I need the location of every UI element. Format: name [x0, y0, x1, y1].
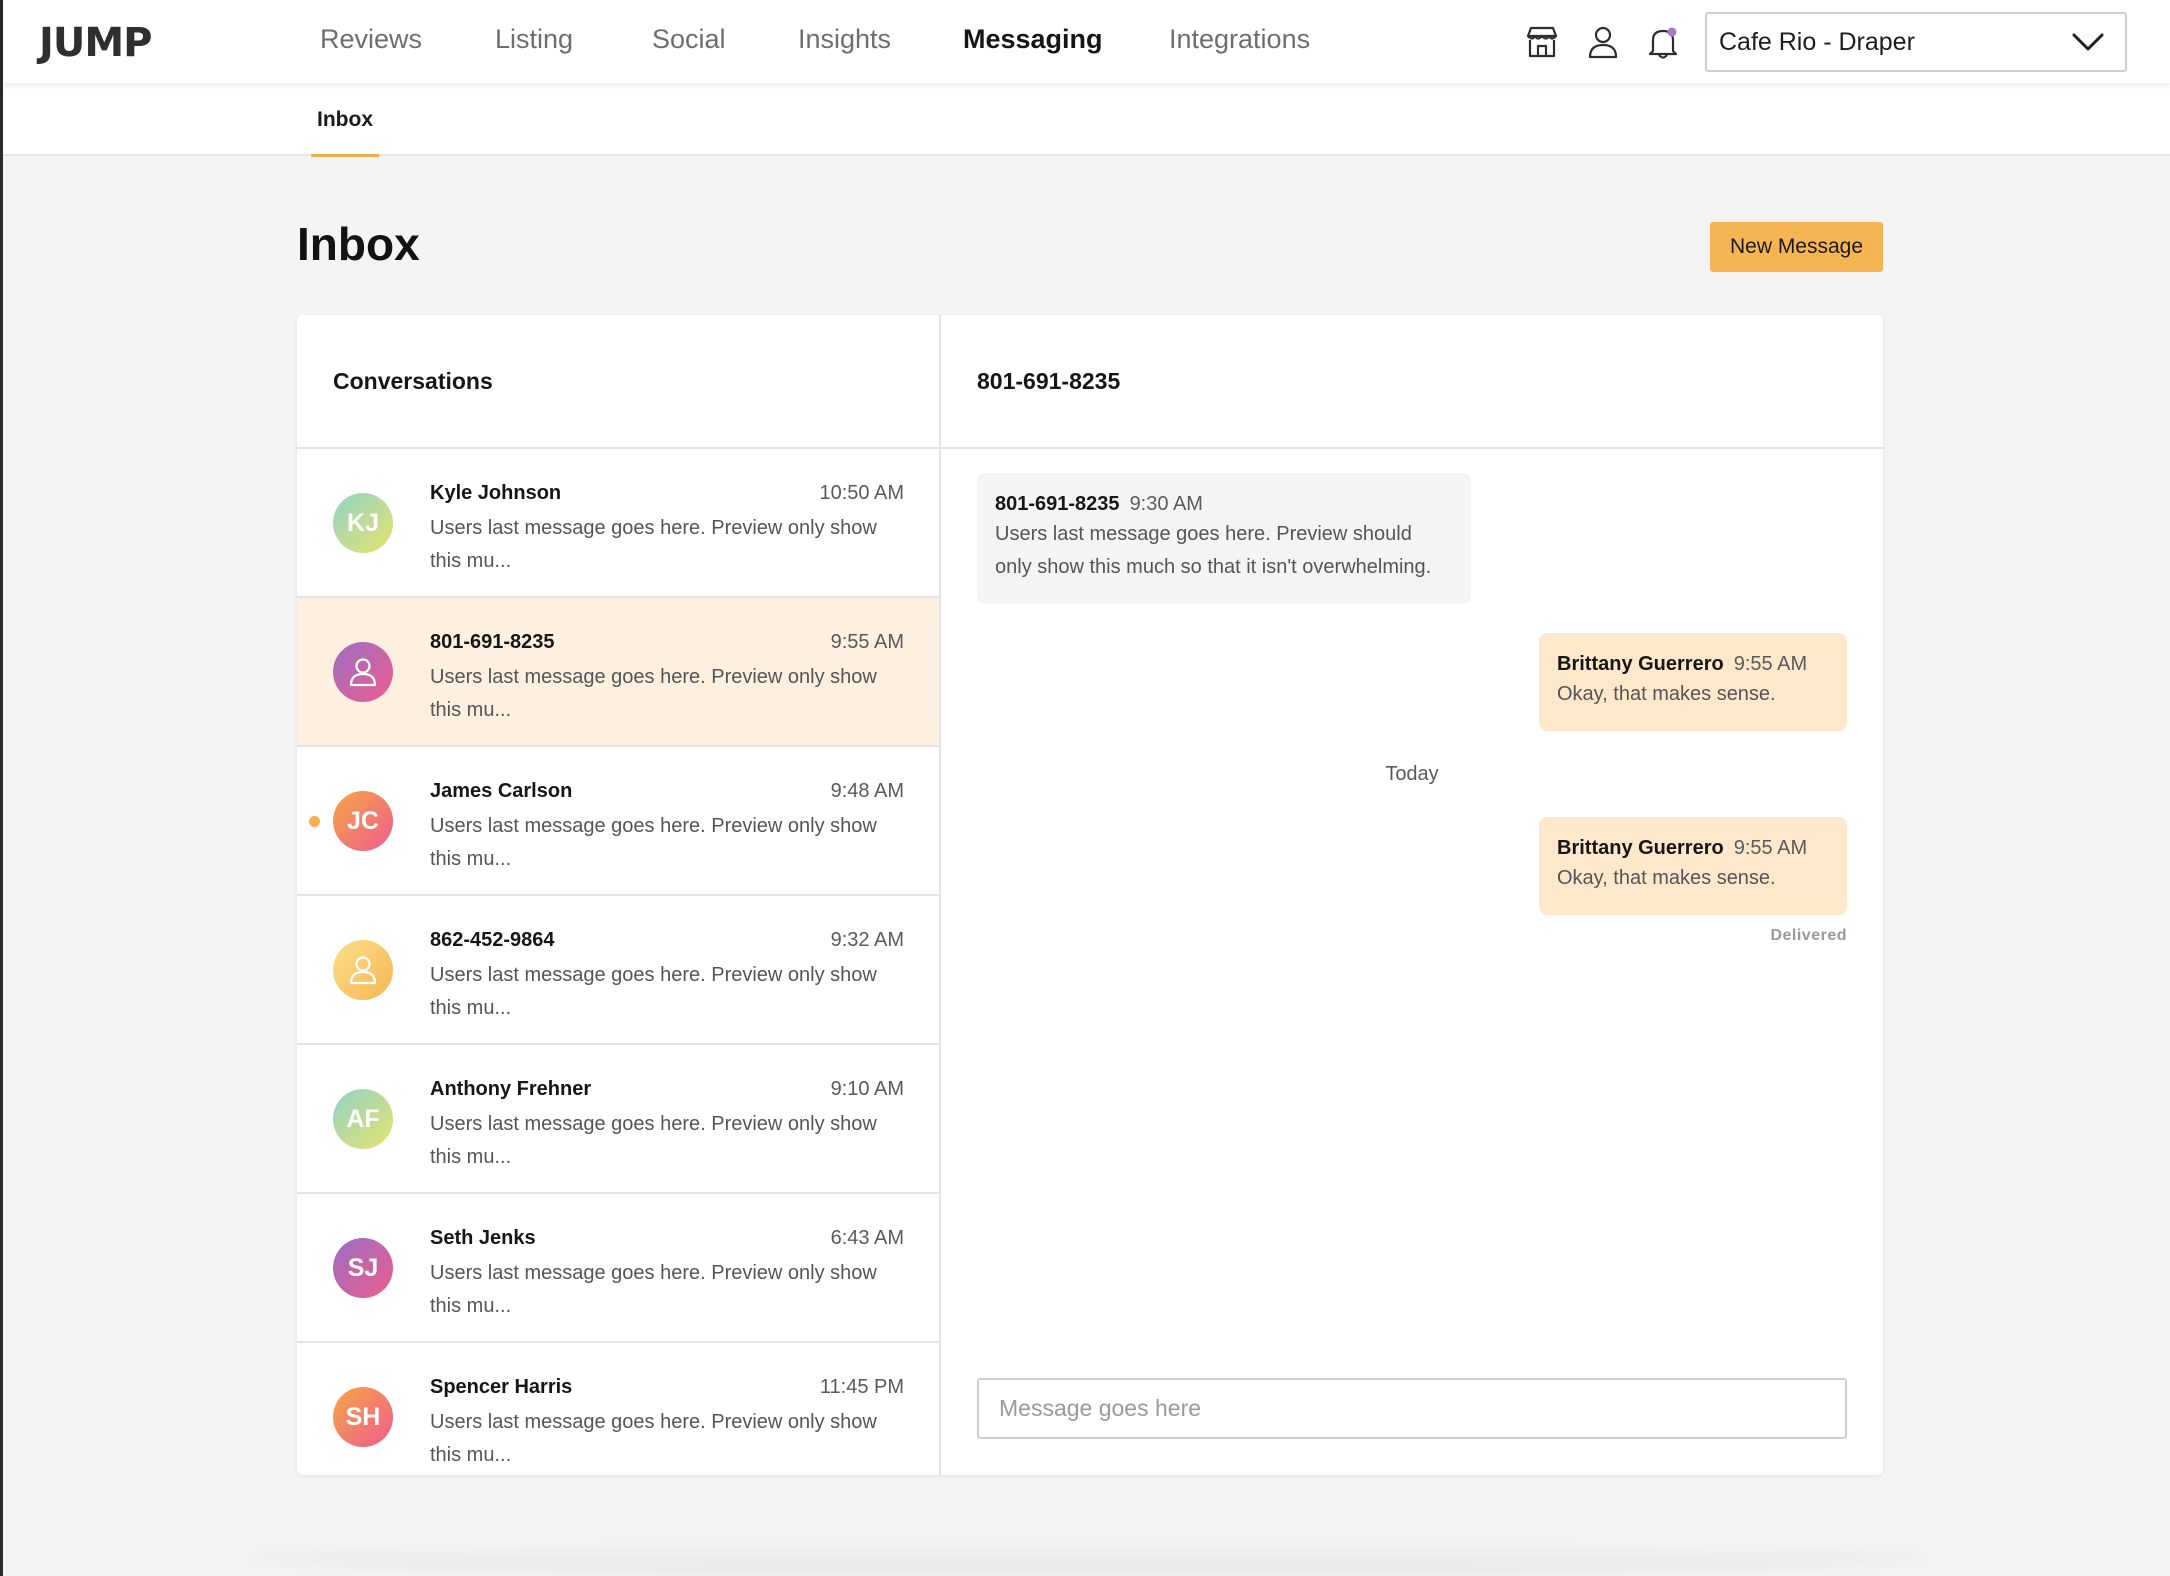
message-text: Users last message goes here. Preview sh…: [995, 523, 1432, 578]
avatar-initials: JC: [347, 806, 379, 835]
conversation-preview: Users last message goes here. Preview on…: [430, 1262, 877, 1317]
conversation-name: Kyle Johnson: [430, 482, 562, 504]
footer-shadow: [243, 1540, 1933, 1576]
message-time: 9:55 AM: [1733, 653, 1808, 675]
avatar-initials: SJ: [347, 1253, 379, 1282]
new-message-button[interactable]: New Message: [1710, 222, 1883, 272]
message-sender: Brittany Guerrero: [1557, 653, 1724, 675]
conversation-time: 9:55 AM: [830, 631, 904, 653]
nav-social[interactable]: Social: [652, 24, 726, 55]
conversation-preview: Users last message goes here. Preview on…: [430, 815, 877, 870]
message-bubble-outgoing: Brittany Guerrero 9:55 AM Okay, that make…: [1539, 817, 1847, 915]
conversation-item[interactable]: SH Spencer Harris 11:45 PM Users last messa…: [297, 1343, 939, 1475]
conversation-item[interactable]: JC James Carlson 9:48 AM Users last message…: [297, 747, 939, 896]
nav-insights[interactable]: Insights: [798, 24, 891, 55]
conversation-item[interactable]: KJ Kyle Johnson 10:50 AM Users last message…: [297, 449, 939, 598]
message-bubble-incoming: 801-691-8235 9:30 AM Users last message g…: [977, 473, 1471, 604]
location-select[interactable]: Cafe Rio - Draper: [1705, 12, 2127, 72]
avatar: JC: [333, 791, 393, 851]
delivery-status: Delivered: [1770, 927, 1847, 944]
conversation-time: 10:50 AM: [819, 482, 904, 504]
conversation-item[interactable]: SJ Seth Jenks 6:43 AM Users last message go…: [297, 1194, 939, 1343]
nav-listing[interactable]: Listing: [495, 24, 573, 55]
conversation-time: 9:32 AM: [830, 929, 904, 951]
message-bubble-outgoing: Brittany Guerrero 9:55 AM Okay, that make…: [1539, 633, 1847, 731]
conversation-time: 9:10 AM: [830, 1078, 904, 1100]
conversation-name: Anthony Frehner: [430, 1078, 592, 1100]
day-divider: Today: [1385, 763, 1439, 785]
avatar: SH: [333, 1387, 393, 1447]
conversation-time: 11:45 PM: [819, 1376, 904, 1398]
nav-reviews[interactable]: Reviews: [320, 24, 422, 55]
inbox-card: Conversations KJ Kyle Johnson 10:50 AM User…: [297, 315, 1883, 1475]
message-time: 9:55 AM: [1733, 837, 1808, 859]
bell-notification-icon[interactable]: [1643, 22, 1683, 62]
chat-header-title: 801-691-8235: [941, 315, 1883, 449]
conversation-name: 801-691-8235: [430, 631, 555, 653]
conversation-item[interactable]: 862-452-9864 9:32 AM Users last message go…: [297, 896, 939, 1045]
conversation-preview: Users last message goes here. Preview on…: [430, 1411, 877, 1466]
chevron-down-icon: [2072, 33, 2104, 51]
message-sender: 801-691-8235: [995, 493, 1120, 515]
chat-pane: 801-691-8235 801-691-8235 9:30 AM Users l…: [941, 315, 1883, 1475]
avatar: SJ: [333, 1238, 393, 1298]
conversation-name: James Carlson: [430, 780, 573, 802]
person-icon: [346, 655, 380, 689]
nav-integrations[interactable]: Integrations: [1169, 24, 1310, 55]
avatar: KJ: [333, 493, 393, 553]
tab-inbox[interactable]: Inbox: [311, 83, 379, 157]
avatar: AF: [333, 1089, 393, 1149]
avatar: [333, 940, 393, 1000]
unread-dot: [309, 816, 320, 827]
conversation-preview: Users last message goes here. Preview on…: [430, 964, 877, 1019]
conversation-item[interactable]: 801-691-8235 9:55 AM Users last message go…: [297, 598, 939, 747]
message-text: Okay, that makes sense.: [1557, 683, 1776, 705]
page-title: Inbox: [297, 218, 420, 270]
sub-navigation: Inbox: [3, 83, 2170, 157]
avatar: [333, 642, 393, 702]
avatar-initials: SH: [345, 1402, 381, 1431]
conversation-preview: Users last message goes here. Preview on…: [430, 1113, 877, 1168]
conversation-time: 6:43 AM: [830, 1227, 904, 1249]
avatar-initials: AF: [346, 1104, 380, 1133]
location-select-value: Cafe Rio - Draper: [1719, 27, 1915, 56]
message-sender: Brittany Guerrero: [1557, 837, 1724, 859]
nav-messaging[interactable]: Messaging: [963, 24, 1103, 55]
conversation-item[interactable]: AF Anthony Frehner 9:10 AM Users last messa…: [297, 1045, 939, 1194]
conversation-name: 862-452-9864: [430, 929, 555, 951]
conversations-header: Conversations: [297, 315, 939, 449]
top-navigation: JUMP Reviews Listing Social Insights Mes…: [3, 0, 2170, 83]
conversation-preview: Users last message goes here. Preview on…: [430, 666, 877, 721]
message-text: Okay, that makes sense.: [1557, 867, 1776, 889]
conversation-name: Seth Jenks: [430, 1227, 536, 1249]
conversation-list[interactable]: KJ Kyle Johnson 10:50 AM Users last message…: [297, 449, 939, 1475]
avatar-initials: KJ: [347, 508, 379, 537]
conversation-preview: Users last message goes here. Preview on…: [430, 517, 877, 572]
person-icon: [346, 953, 380, 987]
user-icon[interactable]: [1583, 22, 1623, 62]
jump-logo[interactable]: JUMP: [39, 20, 152, 66]
conversation-name: Spencer Harris: [430, 1376, 573, 1398]
message-input[interactable]: [977, 1378, 1847, 1439]
conversations-pane: Conversations KJ Kyle Johnson 10:50 AM User…: [297, 315, 941, 1475]
message-time: 9:30 AM: [1129, 493, 1203, 515]
conversation-time: 9:48 AM: [830, 780, 904, 802]
storefront-icon[interactable]: [1522, 22, 1562, 62]
